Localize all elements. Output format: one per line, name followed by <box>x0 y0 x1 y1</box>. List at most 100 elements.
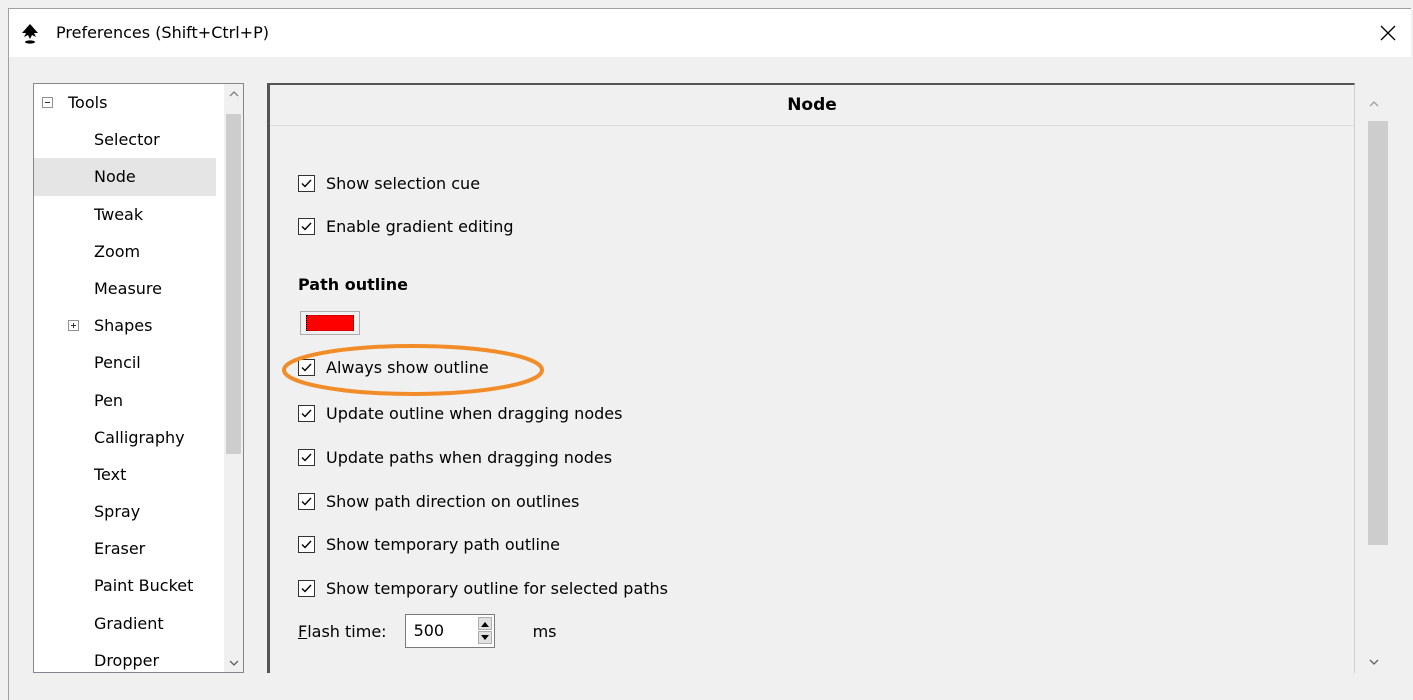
update-outline-dragging-label: Update outline when dragging nodes <box>326 403 623 423</box>
tree-item-label: Spray <box>94 502 141 522</box>
tree-item-label: Node <box>94 167 136 187</box>
spin-buttons <box>477 617 492 645</box>
tree-item-pen[interactable]: Pen <box>34 382 216 419</box>
show-temp-outline-selected-checkbox[interactable] <box>298 579 315 597</box>
tree-item-shapes[interactable]: Shapes <box>34 307 216 344</box>
tree-item-label: Text <box>94 464 127 484</box>
tree-item-label: Calligraphy <box>94 427 185 447</box>
tree-list: Tools Selector Node Tweak Zoom Measure S… <box>34 84 216 672</box>
always-show-outline-checkbox[interactable] <box>298 358 315 376</box>
scroll-thumb[interactable] <box>226 114 241 454</box>
spin-up-icon <box>480 621 489 627</box>
show-selection-cue-row[interactable]: Show selection cue <box>298 171 480 195</box>
scroll-down-button[interactable] <box>224 653 243 672</box>
update-paths-dragging-checkbox[interactable] <box>298 448 315 466</box>
show-selection-cue-checkbox[interactable] <box>298 174 315 192</box>
tree-item-calligraphy[interactable]: Calligraphy <box>34 419 216 456</box>
preferences-dialog: Preferences (Shift+Ctrl+P) Tools Selecto… <box>8 8 1411 700</box>
tree-item-label: Pen <box>94 390 124 410</box>
show-path-direction-row[interactable]: Show path direction on outlines <box>298 489 579 513</box>
show-temp-path-outline-label: Show temporary path outline <box>326 534 560 554</box>
update-outline-dragging-checkbox[interactable] <box>298 404 315 422</box>
checkmark-icon <box>301 409 312 418</box>
tree-item-tools[interactable]: Tools <box>34 84 216 121</box>
pane-scroll-up-button[interactable] <box>1361 93 1387 115</box>
window-title: Preferences (Shift+Ctrl+P) <box>56 23 269 42</box>
tree-item-label: Paint Bucket <box>94 576 194 596</box>
tree-item-gradient[interactable]: Gradient <box>34 605 216 642</box>
pane-scroll-thumb[interactable] <box>1368 121 1388 545</box>
tree-scrollbar[interactable] <box>224 84 243 672</box>
tree-item-paint-bucket[interactable]: Paint Bucket <box>34 567 216 604</box>
checkmark-icon <box>301 540 312 549</box>
tree-item-spray[interactable]: Spray <box>34 493 216 530</box>
collapse-icon[interactable] <box>42 97 53 108</box>
pane-scroll-down-button[interactable] <box>1361 651 1387 673</box>
tree-item-label: Pencil <box>94 353 141 373</box>
show-path-direction-checkbox[interactable] <box>298 492 315 510</box>
checkmark-icon <box>301 584 312 593</box>
flash-time-spinbox[interactable]: 500 <box>404 614 495 648</box>
checkmark-icon <box>301 497 312 506</box>
spin-down-button[interactable] <box>477 631 492 644</box>
flash-time-value[interactable]: 500 <box>414 615 445 647</box>
scroll-up-button[interactable] <box>224 84 243 103</box>
update-paths-dragging-label: Update paths when dragging nodes <box>326 447 613 467</box>
always-show-outline-label: Always show outline <box>326 357 489 377</box>
tree-item-label: Tools <box>68 93 108 112</box>
tree-item-tweak[interactable]: Tweak <box>34 196 216 233</box>
close-button[interactable] <box>1365 9 1411 57</box>
tree-item-pencil[interactable]: Pencil <box>34 344 216 381</box>
expand-icon[interactable] <box>68 320 79 332</box>
flash-time-label: Flash time: <box>298 622 387 641</box>
tree-item-label: Selector <box>94 130 160 150</box>
flash-time-row: Flash time: 500 ms <box>298 614 556 648</box>
flash-time-label-rest: lash time: <box>307 621 387 641</box>
show-temp-path-outline-checkbox[interactable] <box>298 535 315 553</box>
enable-gradient-editing-row[interactable]: Enable gradient editing <box>298 214 514 238</box>
checkmark-icon <box>301 363 312 372</box>
path-outline-color-swatch <box>306 315 354 331</box>
tree-item-label: Eraser <box>94 539 146 559</box>
tree-item-measure[interactable]: Measure <box>34 270 216 307</box>
show-selection-cue-label: Show selection cue <box>326 173 481 193</box>
enable-gradient-editing-label: Enable gradient editing <box>326 216 514 236</box>
show-path-direction-label: Show path direction on outlines <box>326 491 580 511</box>
tree-item-label: Tweak <box>94 204 144 224</box>
settings-pane: Node Show selection cue Enable gradient … <box>267 83 1355 673</box>
tree-item-dropper[interactable]: Dropper <box>34 642 216 672</box>
tree-item-label: Zoom <box>94 241 141 261</box>
pane-scrollbar[interactable] <box>1361 93 1388 673</box>
enable-gradient-editing-checkbox[interactable] <box>298 217 315 235</box>
preferences-tree[interactable]: Tools Selector Node Tweak Zoom Measure S… <box>33 83 244 673</box>
path-outline-color-button[interactable] <box>300 311 360 335</box>
update-outline-dragging-row[interactable]: Update outline when dragging nodes <box>298 401 622 425</box>
tree-item-label: Gradient <box>94 613 164 633</box>
flash-time-mnemonic: F <box>298 621 308 641</box>
tree-item-node[interactable]: Node <box>34 158 216 196</box>
tree-item-selector[interactable]: Selector <box>34 121 216 158</box>
flash-time-unit: ms <box>532 621 557 641</box>
tree-item-text[interactable]: Text <box>34 456 216 493</box>
chevron-up-icon <box>1369 101 1379 107</box>
show-temp-outline-selected-row[interactable]: Show temporary outline for selected path… <box>298 576 668 600</box>
update-paths-dragging-row[interactable]: Update paths when dragging nodes <box>298 445 612 469</box>
tree-item-label: Dropper <box>94 650 160 670</box>
show-temp-path-outline-row[interactable]: Show temporary path outline <box>298 532 560 556</box>
tree-item-zoom[interactable]: Zoom <box>34 233 216 270</box>
show-temp-outline-selected-label: Show temporary outline for selected path… <box>326 578 669 598</box>
spin-up-button[interactable] <box>477 617 492 630</box>
tree-item-label: Measure <box>94 278 162 298</box>
title-bar: Preferences (Shift+Ctrl+P) <box>9 9 1411 57</box>
tree-item-eraser[interactable]: Eraser <box>34 530 216 567</box>
checkmark-icon <box>301 222 312 231</box>
chevron-up-icon <box>229 90 238 96</box>
inkscape-logo-icon <box>22 24 38 44</box>
chevron-down-icon <box>1369 659 1379 665</box>
tree-item-label: Shapes <box>94 316 153 336</box>
path-outline-heading: Path outline <box>298 275 408 294</box>
close-icon <box>1380 25 1396 41</box>
spin-down-icon <box>480 634 489 640</box>
always-show-outline-row[interactable]: Always show outline <box>298 355 489 379</box>
chevron-down-icon <box>229 660 238 666</box>
